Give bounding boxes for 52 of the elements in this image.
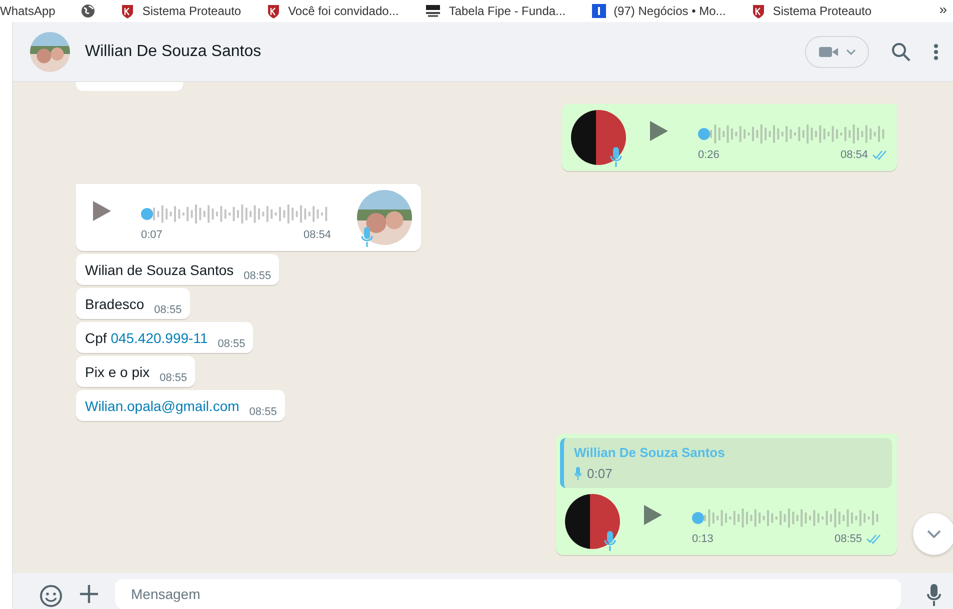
- quoted-sender: Willian De Souza Santos: [574, 445, 726, 460]
- quoted-message[interactable]: Willian De Souza Santos 0:07: [560, 438, 892, 488]
- shield-icon: [267, 4, 280, 18]
- microphone-icon[interactable]: [927, 584, 941, 606]
- chevron-down-icon: [927, 530, 941, 538]
- contact-name[interactable]: Willian De Souza Santos: [85, 42, 805, 60]
- play-icon[interactable]: [644, 504, 662, 524]
- play-icon[interactable]: [93, 200, 111, 220]
- emoji-icon[interactable]: [39, 584, 63, 608]
- voice-duration: 0:13: [692, 532, 714, 544]
- message-text: Wilian de Souza Santos: [85, 261, 234, 280]
- message-text: Bradesco: [85, 295, 144, 314]
- message-time: 08:54: [840, 148, 868, 160]
- bookmark-link[interactable]: Tabela Fipe - Funda...: [448, 4, 566, 18]
- voice-duration: 0:07: [141, 228, 164, 240]
- quoted-duration: 0:07: [587, 466, 612, 481]
- microphone-icon: [610, 147, 622, 167]
- message-time: 08:55: [249, 406, 277, 418]
- bookmark-link[interactable]: (97) Negócios • Mo...: [614, 4, 726, 18]
- message-time: 08:55: [154, 304, 182, 316]
- globe-icon: [81, 4, 96, 18]
- message-time: 08:55: [244, 270, 272, 282]
- plus-icon[interactable]: [79, 584, 99, 604]
- caret-icon: [846, 48, 856, 54]
- microphone-icon: [574, 467, 582, 480]
- voice-duration: 0:26: [698, 148, 720, 160]
- bookmark-link[interactable]: Sistema Proteauto: [772, 4, 872, 18]
- message-time: 08:55: [218, 338, 246, 350]
- bookmark-link[interactable]: Sistema Proteauto: [142, 4, 242, 18]
- search-icon[interactable]: [891, 42, 911, 62]
- message-link[interactable]: 045.420.999-11: [110, 330, 208, 346]
- logo-icon: [424, 4, 441, 18]
- video-call-button[interactable]: [805, 36, 869, 68]
- menu-icon[interactable]: [933, 42, 939, 60]
- bookmark-link[interactable]: Você foi convidado...: [288, 4, 399, 18]
- message-time: 08:55: [834, 532, 862, 544]
- play-icon[interactable]: [650, 120, 668, 140]
- message-link[interactable]: Wilian.opala@gmail.com: [85, 397, 240, 416]
- message-time: 08:54: [303, 228, 331, 240]
- message-text: Cpf 045.420.999-11: [85, 329, 208, 348]
- shield-icon: [752, 4, 765, 18]
- avatar[interactable]: [30, 32, 70, 72]
- message-input[interactable]: Mensagem: [115, 579, 901, 609]
- video-camera-icon: [818, 46, 838, 56]
- message-time: 08:55: [160, 372, 188, 384]
- microphone-icon: [604, 531, 616, 551]
- shield-icon: [121, 4, 134, 18]
- microphone-icon: [361, 227, 373, 247]
- page-icon: [592, 4, 606, 18]
- bookmark-link[interactable]: WhatsApp: [0, 4, 56, 18]
- more-bookmarks[interactable]: »: [939, 1, 947, 17]
- message-text: Pix e o pix: [85, 363, 150, 382]
